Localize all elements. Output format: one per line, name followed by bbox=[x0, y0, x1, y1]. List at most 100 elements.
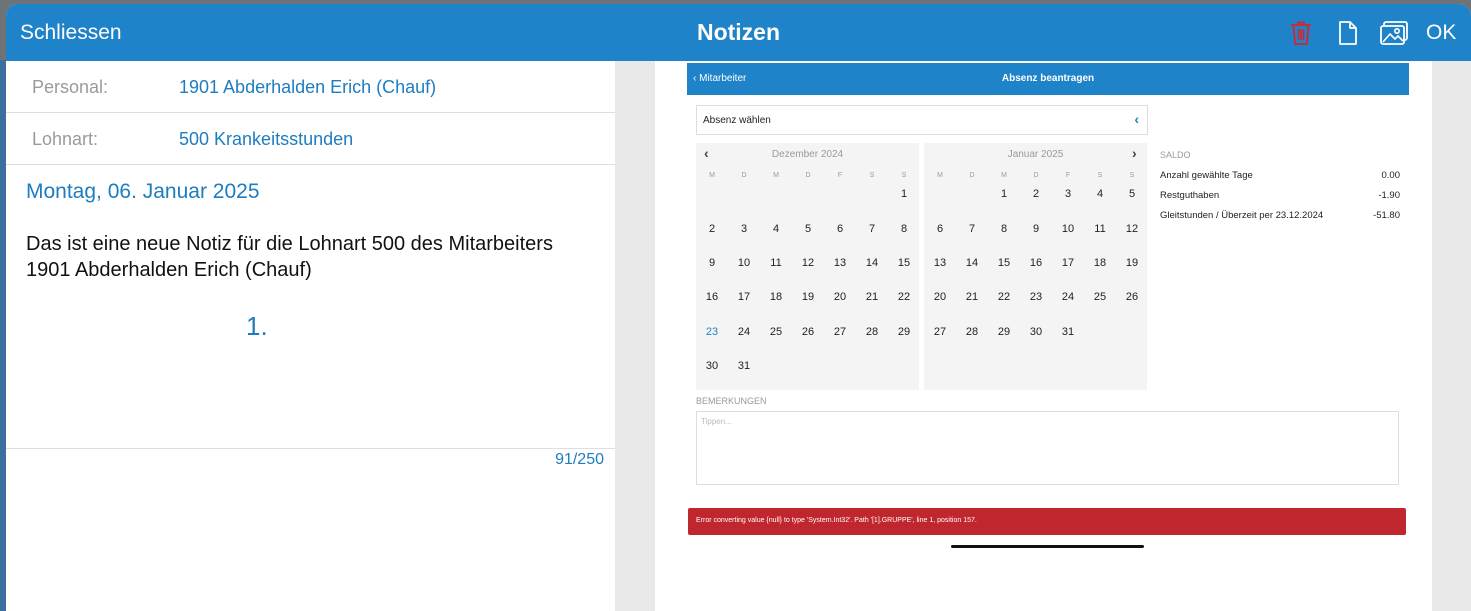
calendar-day[interactable]: 19 bbox=[1116, 257, 1148, 269]
calendar-month-label: Januar 2025 bbox=[1007, 149, 1064, 160]
calendar-day[interactable]: 20 bbox=[924, 291, 956, 303]
calendar-day[interactable]: 10 bbox=[728, 257, 760, 269]
calendar-day[interactable]: 16 bbox=[1020, 257, 1052, 269]
delete-button[interactable] bbox=[1286, 18, 1316, 48]
calendar-day[interactable]: 23 bbox=[696, 326, 728, 338]
saldo-value: -1.90 bbox=[1378, 190, 1400, 201]
calendar-day[interactable]: 5 bbox=[1116, 188, 1148, 200]
calendar-day[interactable]: 28 bbox=[956, 326, 988, 338]
weekday-label: D bbox=[805, 172, 811, 179]
calendar-january: › Januar 2025 M D M D F S S 1 2 3 4 5 6 7 8 9 10 11 12 13 14… bbox=[924, 143, 1147, 390]
saldo-value: -51.80 bbox=[1373, 210, 1400, 221]
calendar-day[interactable]: 15 bbox=[888, 257, 920, 269]
weekday-label: D bbox=[741, 172, 747, 179]
remarks-heading: BEMERKUNGEN bbox=[696, 396, 767, 406]
calendar-day[interactable]: 15 bbox=[988, 257, 1020, 269]
calendar-day[interactable]: 24 bbox=[1052, 291, 1084, 303]
calendar-day[interactable]: 3 bbox=[1052, 188, 1084, 200]
step-marker-1: 1. bbox=[246, 311, 268, 341]
calendar-day[interactable]: 13 bbox=[924, 257, 956, 269]
calendar-day[interactable]: 25 bbox=[1084, 291, 1116, 303]
saldo-label: Restguthaben bbox=[1160, 190, 1220, 201]
calendar-day[interactable]: 24 bbox=[728, 326, 760, 338]
calendar-day[interactable]: 27 bbox=[924, 326, 956, 338]
weekday-label: D bbox=[1033, 172, 1039, 179]
calendar-day[interactable]: 6 bbox=[924, 223, 956, 235]
calendar-day[interactable]: 22 bbox=[888, 291, 920, 303]
calendar-day[interactable]: 12 bbox=[1116, 223, 1148, 235]
calendar-day[interactable]: 11 bbox=[760, 257, 792, 269]
personal-label: Personal: bbox=[32, 77, 109, 97]
note-date: Montag, 06. Januar 2025 bbox=[26, 180, 260, 203]
calendar-day[interactable]: 10 bbox=[1052, 223, 1084, 235]
absence-select: Absenz wählen ‹ bbox=[696, 105, 1148, 135]
calendar-day[interactable]: 26 bbox=[1116, 291, 1148, 303]
document-button[interactable] bbox=[1333, 18, 1363, 48]
personal-value[interactable]: 1901 Abderhalden Erich (Chauf) bbox=[179, 77, 436, 98]
calendar-month-label: Dezember 2024 bbox=[771, 149, 844, 160]
document-icon bbox=[1339, 21, 1357, 45]
remarks-placeholder: Tippen... bbox=[701, 417, 732, 426]
attachment-screenshot: ‹ Mitarbeiter Absenz beantragen Absenz w… bbox=[655, 61, 1432, 611]
calendar-day[interactable]: 27 bbox=[824, 326, 856, 338]
calendar-day[interactable]: 29 bbox=[988, 326, 1020, 338]
calendar-day[interactable]: 26 bbox=[792, 326, 824, 338]
calendar-day[interactable]: 2 bbox=[696, 223, 728, 235]
calendar-day[interactable]: 9 bbox=[696, 257, 728, 269]
calendar-day[interactable]: 29 bbox=[888, 326, 920, 338]
weekday-label: S bbox=[1129, 172, 1135, 179]
error-text: Error converting value {null} to type 'S… bbox=[696, 517, 977, 524]
note-divider bbox=[6, 448, 615, 449]
calendar-day[interactable]: 14 bbox=[956, 257, 988, 269]
calendar-day[interactable]: 23 bbox=[1020, 291, 1052, 303]
calendar-day[interactable]: 5 bbox=[792, 223, 824, 235]
weekday-label: M bbox=[709, 172, 715, 179]
weekday-label: F bbox=[837, 172, 843, 179]
calendar-day[interactable]: 9 bbox=[1020, 223, 1052, 235]
calendar-day[interactable]: 14 bbox=[856, 257, 888, 269]
calendar-day[interactable]: 4 bbox=[1084, 188, 1116, 200]
lohnart-value[interactable]: 500 Krankeitsstunden bbox=[179, 129, 353, 150]
image-icon bbox=[1380, 21, 1408, 45]
weekday-label: M bbox=[937, 172, 943, 179]
calendar-day[interactable]: 31 bbox=[1052, 326, 1084, 338]
calendar-day[interactable]: 2 bbox=[1020, 188, 1052, 200]
calendar-day[interactable]: 11 bbox=[1084, 223, 1116, 235]
calendar-day[interactable]: 21 bbox=[956, 291, 988, 303]
calendar-day[interactable]: 22 bbox=[988, 291, 1020, 303]
weekday-label: M bbox=[1001, 172, 1007, 179]
ok-button[interactable]: OK bbox=[1426, 21, 1456, 45]
calendar-day[interactable]: 8 bbox=[988, 223, 1020, 235]
calendar-day[interactable]: 20 bbox=[824, 291, 856, 303]
saldo-value: 0.00 bbox=[1381, 170, 1401, 181]
weekday-label: S bbox=[869, 172, 875, 179]
calendar-day[interactable]: 7 bbox=[856, 223, 888, 235]
calendar-day[interactable]: 18 bbox=[1084, 257, 1116, 269]
image-button[interactable] bbox=[1379, 18, 1409, 48]
calendar-day[interactable]: 28 bbox=[856, 326, 888, 338]
calendar-day[interactable]: 1 bbox=[888, 188, 920, 200]
calendar-day[interactable]: 4 bbox=[760, 223, 792, 235]
calendar-day[interactable]: 3 bbox=[728, 223, 760, 235]
calendar-day[interactable]: 13 bbox=[824, 257, 856, 269]
close-button[interactable]: Schliessen bbox=[20, 21, 122, 45]
calendar-day[interactable]: 21 bbox=[856, 291, 888, 303]
calendar-day[interactable]: 16 bbox=[696, 291, 728, 303]
calendar-day[interactable]: 19 bbox=[792, 291, 824, 303]
calendar-day[interactable]: 6 bbox=[824, 223, 856, 235]
weekday-label: S bbox=[901, 172, 907, 179]
weekday-label: S bbox=[1097, 172, 1103, 179]
calendar-day[interactable]: 12 bbox=[792, 257, 824, 269]
calendar-day[interactable]: 18 bbox=[760, 291, 792, 303]
calendar-day[interactable]: 1 bbox=[988, 188, 1020, 200]
calendar-day[interactable]: 7 bbox=[956, 223, 988, 235]
calendar-day[interactable]: 25 bbox=[760, 326, 792, 338]
calendar-day[interactable]: 17 bbox=[1052, 257, 1084, 269]
calendar-day[interactable]: 30 bbox=[696, 360, 728, 372]
calendar-day[interactable]: 31 bbox=[728, 360, 760, 372]
calendar-day[interactable]: 17 bbox=[728, 291, 760, 303]
remarks-field: Tippen... bbox=[696, 411, 1399, 485]
note-text-area[interactable]: Das ist eine neue Notiz für die Lohnart … bbox=[26, 231, 586, 283]
calendar-day[interactable]: 30 bbox=[1020, 326, 1052, 338]
calendar-day[interactable]: 8 bbox=[888, 223, 920, 235]
